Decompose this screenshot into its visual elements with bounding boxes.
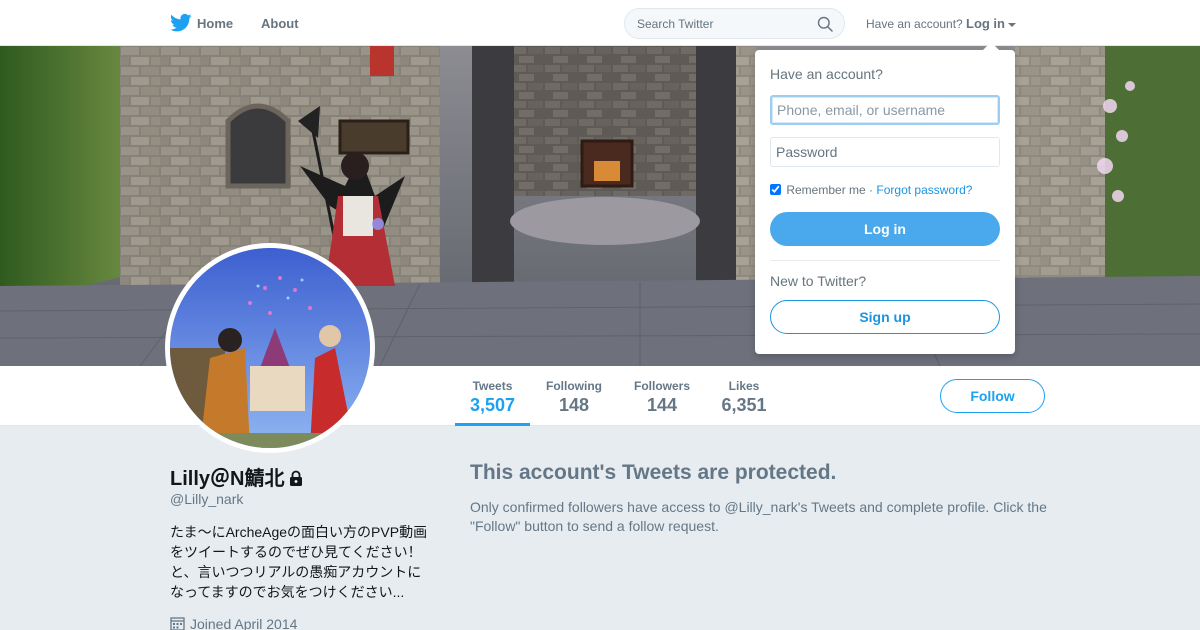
search-icon[interactable] — [817, 16, 833, 32]
avatar[interactable] — [165, 243, 375, 453]
login-dropdown-toggle[interactable]: Log in — [966, 16, 1016, 31]
follow-button[interactable]: Follow — [940, 379, 1045, 413]
twitter-bird-icon[interactable] — [170, 13, 192, 33]
profile-bio: たま〜にArcheAgeの面白い方のPVP動画をツイートするのでぜひ見てください… — [170, 524, 428, 600]
search-input[interactable] — [637, 17, 807, 31]
signup-button[interactable]: Sign up — [770, 300, 1000, 334]
dropdown-title: Have an account? — [770, 66, 883, 82]
profile-joined-date: Joined April 2014 — [170, 616, 297, 630]
stat-followers-label[interactable]: Followers — [628, 379, 696, 393]
stat-likes-label[interactable]: Likes — [716, 379, 772, 393]
new-to-twitter-text: New to Twitter? — [770, 273, 867, 289]
remember-me-label[interactable]: Remember me — [786, 183, 865, 197]
remember-me-row: Remember me · Forgot password? — [770, 183, 972, 197]
avatar-illustration — [170, 248, 370, 448]
nav-about-link[interactable]: About — [261, 16, 299, 31]
stat-tweets-label[interactable]: Tweets — [455, 379, 530, 393]
profile-name: Lilly＠N鯖北 — [170, 462, 304, 491]
stat-following-value[interactable]: 148 — [540, 395, 608, 416]
stat-tweets-value[interactable]: 3,507 — [455, 395, 530, 416]
stat-following-label[interactable]: Following — [540, 379, 608, 393]
nav-home-link[interactable]: Home — [197, 16, 233, 31]
login-toggle-label[interactable]: Log in — [966, 16, 1005, 31]
password-field[interactable] — [770, 137, 1000, 167]
forgot-password-link[interactable]: Forgot password? — [876, 183, 972, 197]
separator-dot: · — [869, 183, 874, 197]
stat-following[interactable]: Following 148 — [540, 366, 608, 426]
stat-followers-value[interactable]: 144 — [628, 395, 696, 416]
stat-followers[interactable]: Followers 144 — [628, 366, 696, 426]
calendar-icon — [170, 617, 185, 630]
remember-me-checkbox[interactable] — [770, 184, 781, 195]
stat-likes-value[interactable]: 6,351 — [716, 395, 772, 416]
search-box[interactable] — [624, 8, 845, 39]
profile-handle[interactable]: @Lilly_nark — [170, 491, 243, 507]
have-account-text: Have an account? — [866, 17, 963, 31]
lock-icon — [290, 470, 303, 486]
protected-notice-body: Only confirmed followers have access to … — [470, 499, 1047, 534]
protected-notice-title: This account's Tweets are protected. — [470, 461, 837, 484]
caret-down-icon[interactable] — [1008, 22, 1016, 27]
username-field[interactable] — [770, 95, 1000, 125]
profile-name-text: Lilly＠N鯖北 — [170, 468, 285, 490]
joined-text: Joined April 2014 — [190, 616, 298, 630]
stat-likes[interactable]: Likes 6,351 — [716, 366, 772, 426]
login-dropdown-panel: Have an account? Remember me · Forgot pa… — [755, 42, 1015, 354]
dropdown-divider — [770, 260, 1000, 261]
stat-tweets[interactable]: Tweets 3,507 — [455, 366, 530, 426]
top-navigation-bar: Home About Have an account? Log in — [0, 0, 1200, 46]
login-button[interactable]: Log in — [770, 212, 1000, 246]
